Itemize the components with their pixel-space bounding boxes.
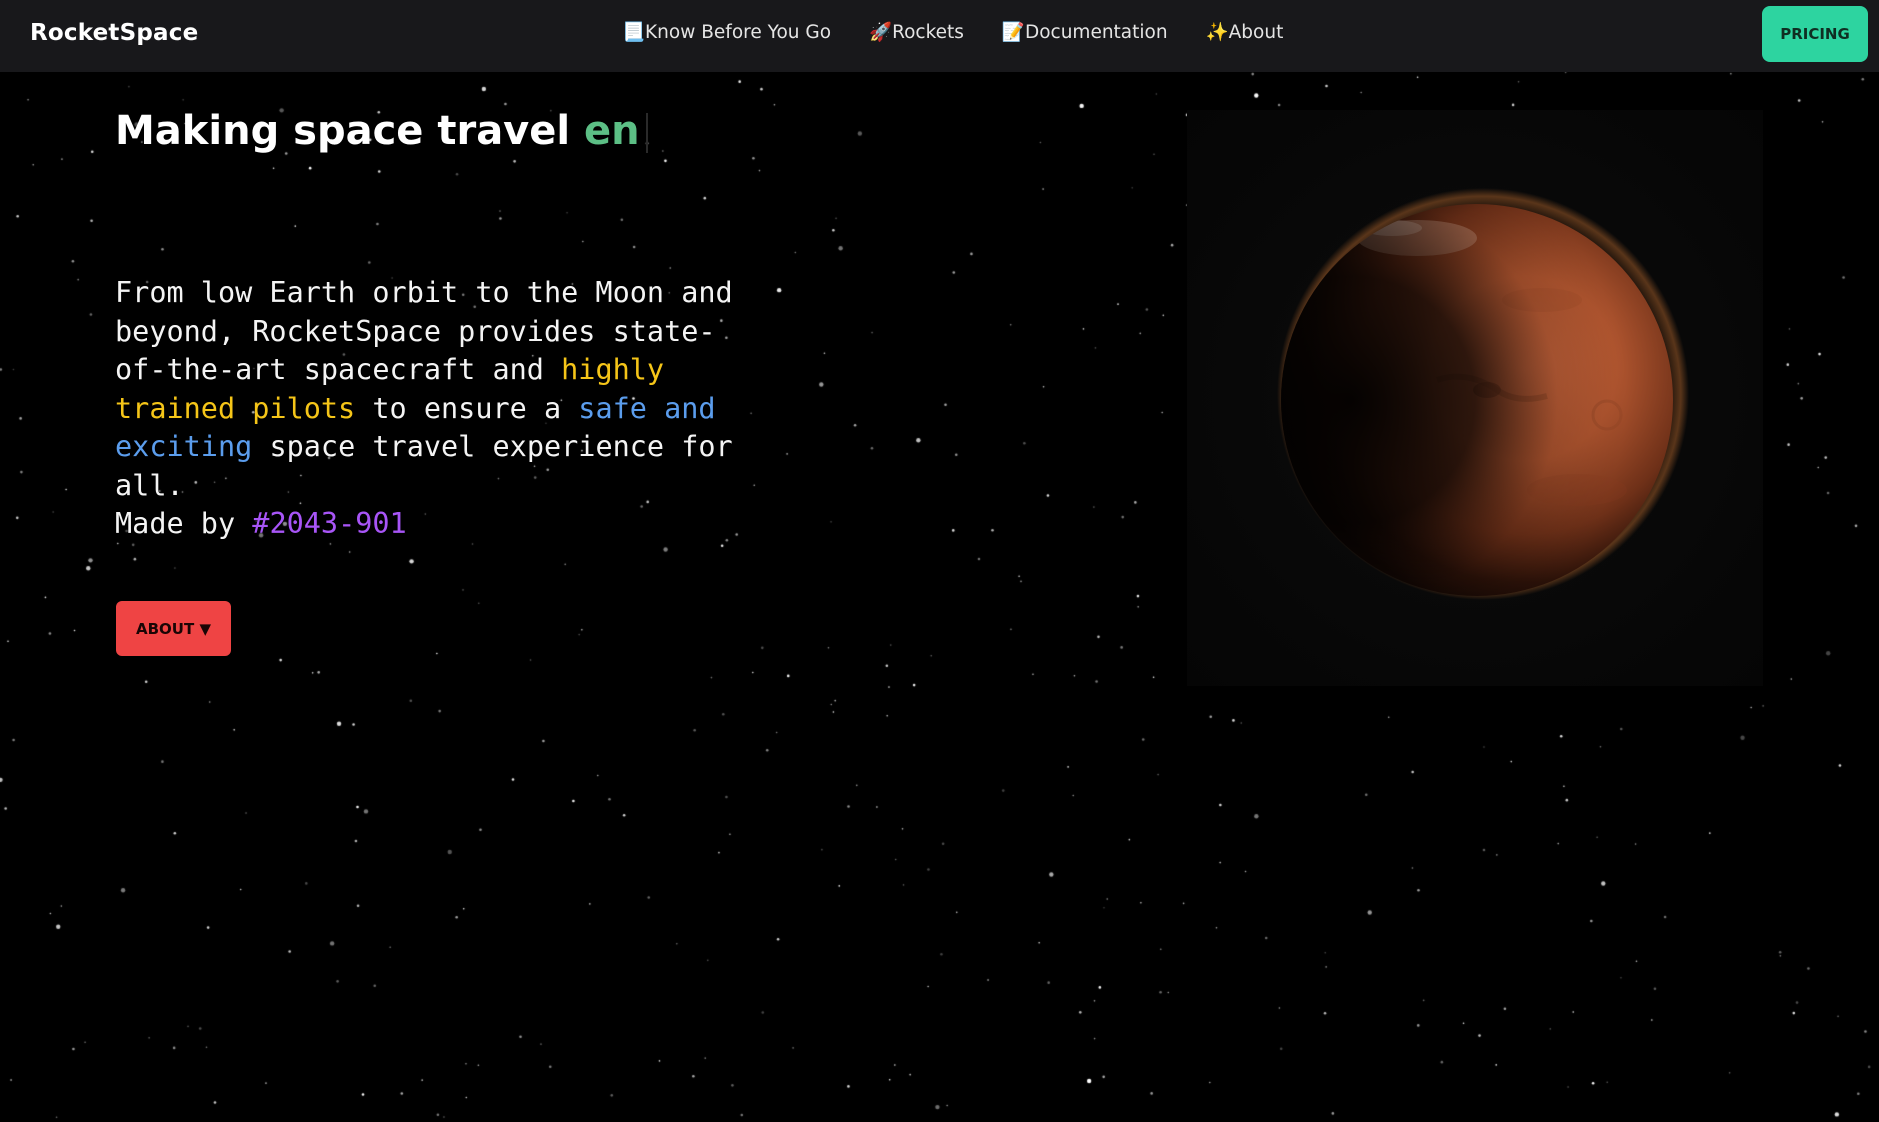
pricing-button[interactable]: PRICING (1762, 6, 1868, 62)
nav-link-label: About (1228, 22, 1284, 43)
nav-links: 📃Know Before You Go 🚀Rockets 📝Documentat… (622, 21, 1283, 43)
nav-link-rockets[interactable]: 🚀Rockets (869, 21, 964, 43)
sparkles-icon: ✨ (1205, 22, 1229, 43)
hero-title-prefix: Making space travel (115, 108, 585, 154)
rocket-icon: 🚀 (869, 22, 893, 43)
nav-link-know-before-you-go[interactable]: 📃Know Before You Go (622, 21, 831, 43)
hero-planet-image (1187, 110, 1763, 686)
hero-title-typed-word: en (584, 108, 640, 154)
nav-link-label: Rockets (892, 22, 964, 43)
typing-caret (645, 113, 648, 153)
nav-link-documentation[interactable]: 📝Documentation (1002, 21, 1168, 43)
about-dropdown-button[interactable]: ABOUT ▼ (116, 601, 231, 656)
document-icon: 📃 (622, 22, 646, 43)
hero-title: Making space travel en (115, 108, 648, 154)
nav-link-about[interactable]: ✨About (1206, 21, 1284, 43)
made-by-id: #2043-901 (252, 507, 407, 540)
page: RocketSpace 📃Know Before You Go 🚀Rockets… (0, 0, 1879, 1122)
hero-text-part2: to ensure a (355, 391, 579, 425)
nav-link-label: Documentation (1024, 22, 1168, 43)
mars-planet-illustration (1277, 188, 1689, 600)
nav-link-label: Know Before You Go (645, 22, 832, 43)
memo-icon: 📝 (1001, 22, 1025, 43)
made-by-label: Made by (115, 507, 253, 540)
hero-description: From low Earth orbit to the Moon and bey… (115, 274, 735, 544)
brand-logo[interactable]: RocketSpace (30, 20, 198, 46)
navbar: RocketSpace 📃Know Before You Go 🚀Rockets… (0, 0, 1879, 72)
